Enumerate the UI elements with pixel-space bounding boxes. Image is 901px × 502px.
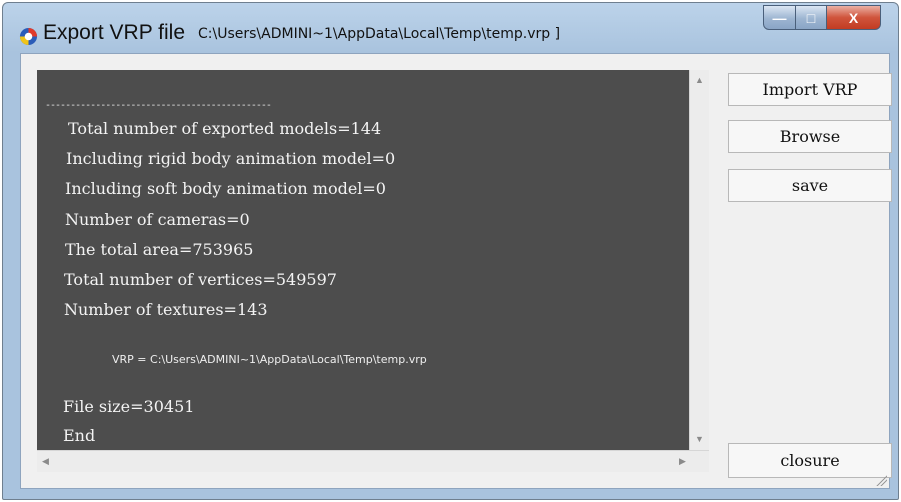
minimize-button[interactable]: — [763,5,796,30]
output-line-end: End [63,426,96,445]
window-file-path: C:\Users\ADMINI~1\AppData\Local\Temp\tem… [198,26,561,42]
closure-button[interactable]: closure [728,443,892,478]
export-vrp-window: Export VRP file C:\Users\ADMINI~1\AppDat… [2,2,899,500]
scroll-right-icon[interactable]: ▶ [679,456,686,467]
output-line-exported-models: Total number of exported models=144 [68,119,382,138]
horizontal-scrollbar[interactable]: ◀ ▶ [37,450,709,472]
output-line-soft-body: Including soft body animation model=0 [65,179,386,198]
window-title: Export VRP file [43,21,186,44]
save-button[interactable]: save [728,169,892,202]
output-line-vrp-path: VRP = C:\Users\ADMINI~1\AppData\Local\Te… [112,353,427,366]
close-button[interactable]: X [827,5,881,30]
caption-buttons: — □ X [763,5,893,32]
output-line-total-area: The total area=753965 [65,240,254,259]
client-area: ----------------------------------------… [20,53,892,489]
title-bar[interactable]: Export VRP file C:\Users\ADMINI~1\AppDat… [3,3,898,59]
import-vrp-button[interactable]: Import VRP [728,73,892,106]
resize-grip-icon[interactable] [875,474,887,486]
maximize-button[interactable]: □ [796,5,827,30]
output-line-file-size: File size=30451 [63,397,195,416]
output-line-vertices: Total number of vertices=549597 [64,270,337,289]
scroll-down-icon[interactable]: ▼ [695,434,704,444]
minimize-icon: — [772,9,787,26]
close-icon: X [848,9,859,26]
scroll-left-icon[interactable]: ◀ [42,456,49,467]
app-icon [19,27,38,46]
scroll-up-icon[interactable]: ▲ [695,75,704,85]
output-line-textures: Number of textures=143 [64,300,268,319]
browse-button[interactable]: Browse [728,120,892,153]
output-line-rigid-body: Including rigid body animation model=0 [66,149,396,168]
output-line-cameras: Number of cameras=0 [65,210,250,229]
vertical-scrollbar[interactable]: ▲ ▼ [689,70,709,450]
output-divider: ----------------------------------------… [45,100,272,111]
export-output-text-area[interactable]: ----------------------------------------… [37,70,689,450]
maximize-icon: □ [806,9,816,26]
